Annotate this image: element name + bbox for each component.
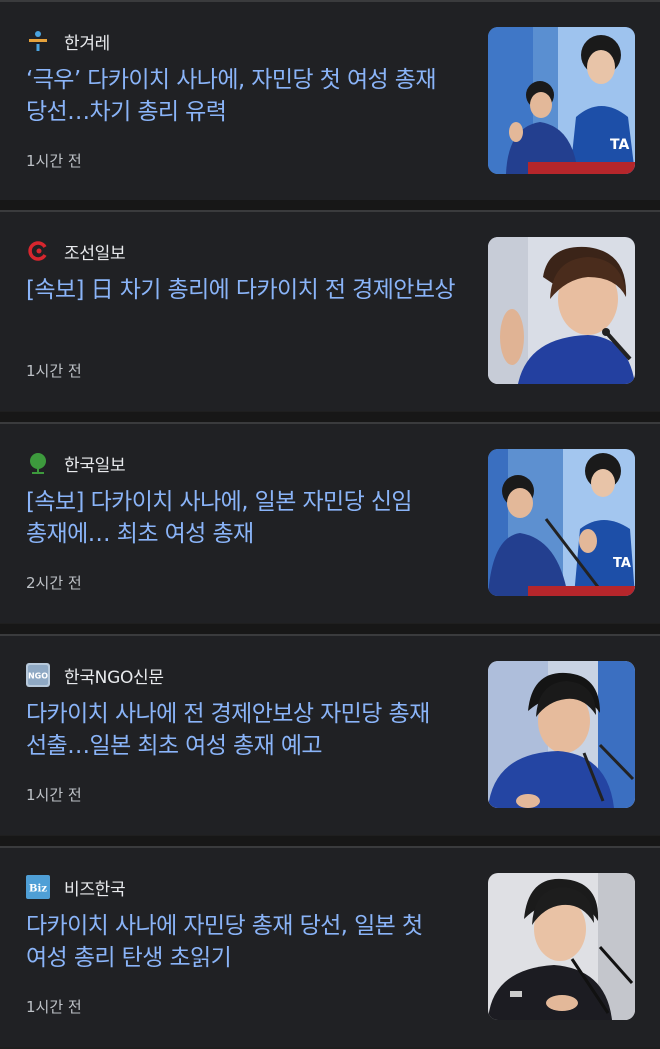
hankookilbo-logo-icon <box>26 451 50 475</box>
hankyoreh-logo-icon <box>26 29 50 53</box>
divider <box>0 412 660 422</box>
news-source: Biz 비즈한국 <box>26 874 126 900</box>
news-card[interactable]: 한국일보 [속보] 다카이치 사나에, 일본 자민당 신임 총재에… 최초 여성… <box>0 412 660 623</box>
divider <box>0 624 660 634</box>
timestamp: 2시간 전 <box>26 574 82 592</box>
source-name: 한겨레 <box>64 33 111 54</box>
divider <box>0 200 660 210</box>
chosun-logo-icon <box>26 239 50 263</box>
news-source: 조선일보 <box>26 238 126 264</box>
takaichi-photo-podium-icon[interactable]: TA <box>488 449 635 596</box>
timestamp: 1시간 전 <box>26 362 82 380</box>
svg-text:TA: TA <box>610 137 629 153</box>
headline-link[interactable]: 다카이치 사나에 자민당 총재 당선, 일본 첫 여성 총리 탄생 초읽기 <box>26 910 466 974</box>
takaichi-photo-microphone-icon[interactable] <box>488 661 635 808</box>
timestamp: 1시간 전 <box>26 152 82 170</box>
news-source: 한국일보 <box>26 450 126 476</box>
headline-link[interactable]: ‘극우’ 다카이치 사나에, 자민당 첫 여성 총재 당선…차기 총리 유력 <box>26 64 466 128</box>
divider <box>0 836 660 846</box>
source-name: 한국NGO신문 <box>64 667 164 688</box>
biz-logo-text: Biz <box>29 884 47 895</box>
news-feed: 한겨레 ‘극우’ 다카이치 사나에, 자민당 첫 여성 총재 당선…차기 총리 … <box>0 0 660 1049</box>
ngo-news-logo-icon: NGO <box>26 663 50 687</box>
news-card[interactable]: 조선일보 [속보] 日 차기 총리에 다카이치 전 경제안보상 1시간 전 <box>0 200 660 411</box>
news-source: NGO 한국NGO신문 <box>26 662 164 688</box>
bizhankook-logo-icon: Biz <box>26 875 50 899</box>
news-card[interactable]: NGO 한국NGO신문 다카이치 사나에 전 경제안보상 자민당 총재 선출…일… <box>0 624 660 835</box>
takaichi-photo-podium-icon[interactable]: TA <box>488 27 635 174</box>
takaichi-photo-microphone-icon[interactable] <box>488 873 635 1020</box>
svg-text:TA: TA <box>613 556 631 571</box>
news-card[interactable]: Biz 비즈한국 다카이치 사나에 자민당 총재 당선, 일본 첫 여성 총리 … <box>0 836 660 1047</box>
headline-link[interactable]: 다카이치 사나에 전 경제안보상 자민당 총재 선출…일본 최초 여성 총재 예… <box>26 698 466 762</box>
news-card[interactable]: 한겨레 ‘극우’ 다카이치 사나에, 자민당 첫 여성 총재 당선…차기 총리 … <box>0 0 660 201</box>
news-source: 한겨레 <box>26 28 110 54</box>
takaichi-photo-closeup-icon[interactable] <box>488 237 635 384</box>
source-name: 조선일보 <box>64 243 126 264</box>
timestamp: 1시간 전 <box>26 786 82 804</box>
timestamp: 1시간 전 <box>26 998 82 1016</box>
headline-link[interactable]: [속보] 다카이치 사나에, 일본 자민당 신임 총재에… 최초 여성 총재 <box>26 486 466 550</box>
ngo-logo-text: NGO <box>28 672 48 681</box>
source-name: 비즈한국 <box>64 879 126 900</box>
source-name: 한국일보 <box>64 455 126 476</box>
headline-link[interactable]: [속보] 日 차기 총리에 다카이치 전 경제안보상 <box>26 274 466 306</box>
